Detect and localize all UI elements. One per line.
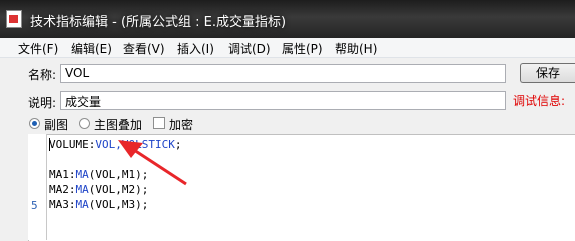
annotation-arrow-icon xyxy=(118,140,187,186)
